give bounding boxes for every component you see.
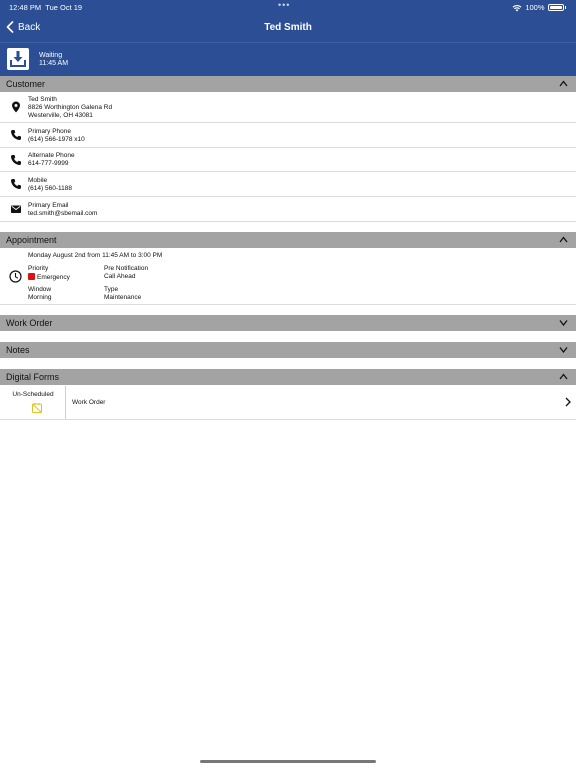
mobile-label: Mobile	[28, 177, 48, 184]
window-label: Window	[28, 286, 52, 293]
email-text: Primary Email ted.smith@sbemail.com	[28, 202, 97, 218]
appointment-section-header[interactable]: Appointment	[0, 232, 576, 248]
download-tray-icon	[7, 48, 29, 70]
work-order-section-header[interactable]: Work Order	[0, 315, 576, 331]
appointment-time: Monday August 2nd from 11:45 AM to 3:00 …	[28, 252, 163, 259]
form-name: Work Order	[72, 399, 106, 406]
alternate-phone-value: 614-777-9999	[28, 159, 69, 167]
chevron-down-icon	[559, 347, 568, 353]
page-title: Ted Smith	[264, 22, 312, 33]
pre-notification-value: Call Ahead	[104, 272, 136, 280]
wifi-icon	[512, 4, 522, 11]
phone-icon	[11, 130, 21, 140]
window-value: Morning	[28, 293, 52, 301]
mobile-value: (614) 560-1188	[28, 184, 72, 192]
type-block: Type Maintenance	[104, 286, 141, 302]
unscheduled-icon	[32, 403, 42, 413]
priority-block: Priority Emergency	[28, 265, 70, 282]
alternate-phone-text: Alternate Phone 614-777-9999	[28, 152, 75, 168]
section-title: Notes	[6, 345, 30, 355]
job-state: Waiting	[39, 52, 63, 59]
top-bar: 12:48 PM Tue Oct 19 ••• 100% Back Ted Sm…	[0, 0, 576, 76]
clock-icon	[9, 270, 22, 283]
job-status-text: Waiting 11:45 AM	[39, 52, 68, 68]
home-indicator[interactable]	[200, 760, 376, 763]
address-line2: Westerville, OH 43081	[28, 111, 93, 119]
phone-icon	[11, 155, 21, 165]
priority-label: Priority	[28, 265, 49, 272]
address-text: Ted Smith 8826 Worthington Galena Rd Wes…	[28, 96, 112, 119]
alternate-phone-label: Alternate Phone	[28, 152, 75, 159]
section-title: Appointment	[6, 235, 57, 245]
chevron-down-icon	[559, 320, 568, 326]
primary-phone-text: Primary Phone (614) 566-1978 x10	[28, 128, 85, 144]
primary-phone-label: Primary Phone	[28, 128, 71, 135]
customer-address-row[interactable]: Ted Smith 8826 Worthington Galena Rd Wes…	[0, 92, 576, 123]
multitasking-dots[interactable]: •••	[278, 0, 290, 10]
type-label: Type	[104, 286, 119, 293]
chevron-up-icon	[559, 80, 568, 87]
job-status-row[interactable]: Waiting 11:45 AM	[0, 43, 576, 76]
battery-percent: 100%	[525, 3, 545, 12]
primary-phone-value: (614) 566-1978 x10	[28, 135, 85, 143]
envelope-icon	[11, 205, 21, 213]
navigation-bar: Back Ted Smith	[0, 14, 576, 42]
phone-icon	[11, 179, 21, 189]
status-time: 12:48 PM Tue Oct 19	[9, 3, 83, 12]
emergency-siren-icon	[28, 272, 35, 280]
customer-section-header[interactable]: Customer	[0, 76, 576, 92]
section-title: Customer	[6, 79, 46, 89]
notes-section-header[interactable]: Notes	[0, 342, 576, 358]
address-line1: 8826 Worthington Galena Rd	[28, 103, 113, 111]
window-block: Window Morning	[28, 286, 51, 302]
mobile-phone-row[interactable]: Mobile (614) 560-1188	[0, 172, 576, 197]
location-pin-icon	[12, 101, 20, 113]
status-bar: 12:48 PM Tue Oct 19 ••• 100%	[0, 0, 576, 14]
customer-name: Ted Smith	[28, 96, 57, 103]
type-value: Maintenance	[104, 293, 142, 301]
email-label: Primary Email	[28, 202, 69, 209]
digital-forms-section-header[interactable]: Digital Forms	[0, 369, 576, 385]
section-title: Work Order	[6, 318, 53, 328]
email-value: ted.smith@sbemail.com	[28, 209, 98, 217]
section-title: Digital Forms	[6, 372, 60, 382]
pre-notification-block: Pre Notification Call Ahead	[104, 265, 148, 281]
priority-value-wrap: Emergency	[28, 272, 70, 282]
alternate-phone-row[interactable]: Alternate Phone 614-777-9999	[0, 148, 576, 172]
digital-form-row[interactable]: Un-Scheduled Work Order	[0, 386, 576, 420]
form-status: Un-Scheduled	[12, 391, 54, 398]
chevron-up-icon	[559, 373, 568, 380]
form-status-cell: Un-Scheduled	[0, 386, 66, 419]
job-time: 11:45 AM	[39, 60, 69, 67]
chevron-up-icon	[559, 236, 568, 243]
priority-value: Emergency	[37, 273, 70, 281]
status-indicators: 100%	[512, 3, 566, 12]
pre-notification-label: Pre Notification	[104, 265, 149, 272]
chevron-right-icon	[565, 397, 571, 407]
mobile-text: Mobile (614) 560-1188	[28, 177, 72, 193]
battery-icon	[547, 4, 564, 11]
email-row[interactable]: Primary Email ted.smith@sbemail.com	[0, 197, 576, 222]
primary-phone-row[interactable]: Primary Phone (614) 566-1978 x10	[0, 123, 576, 148]
